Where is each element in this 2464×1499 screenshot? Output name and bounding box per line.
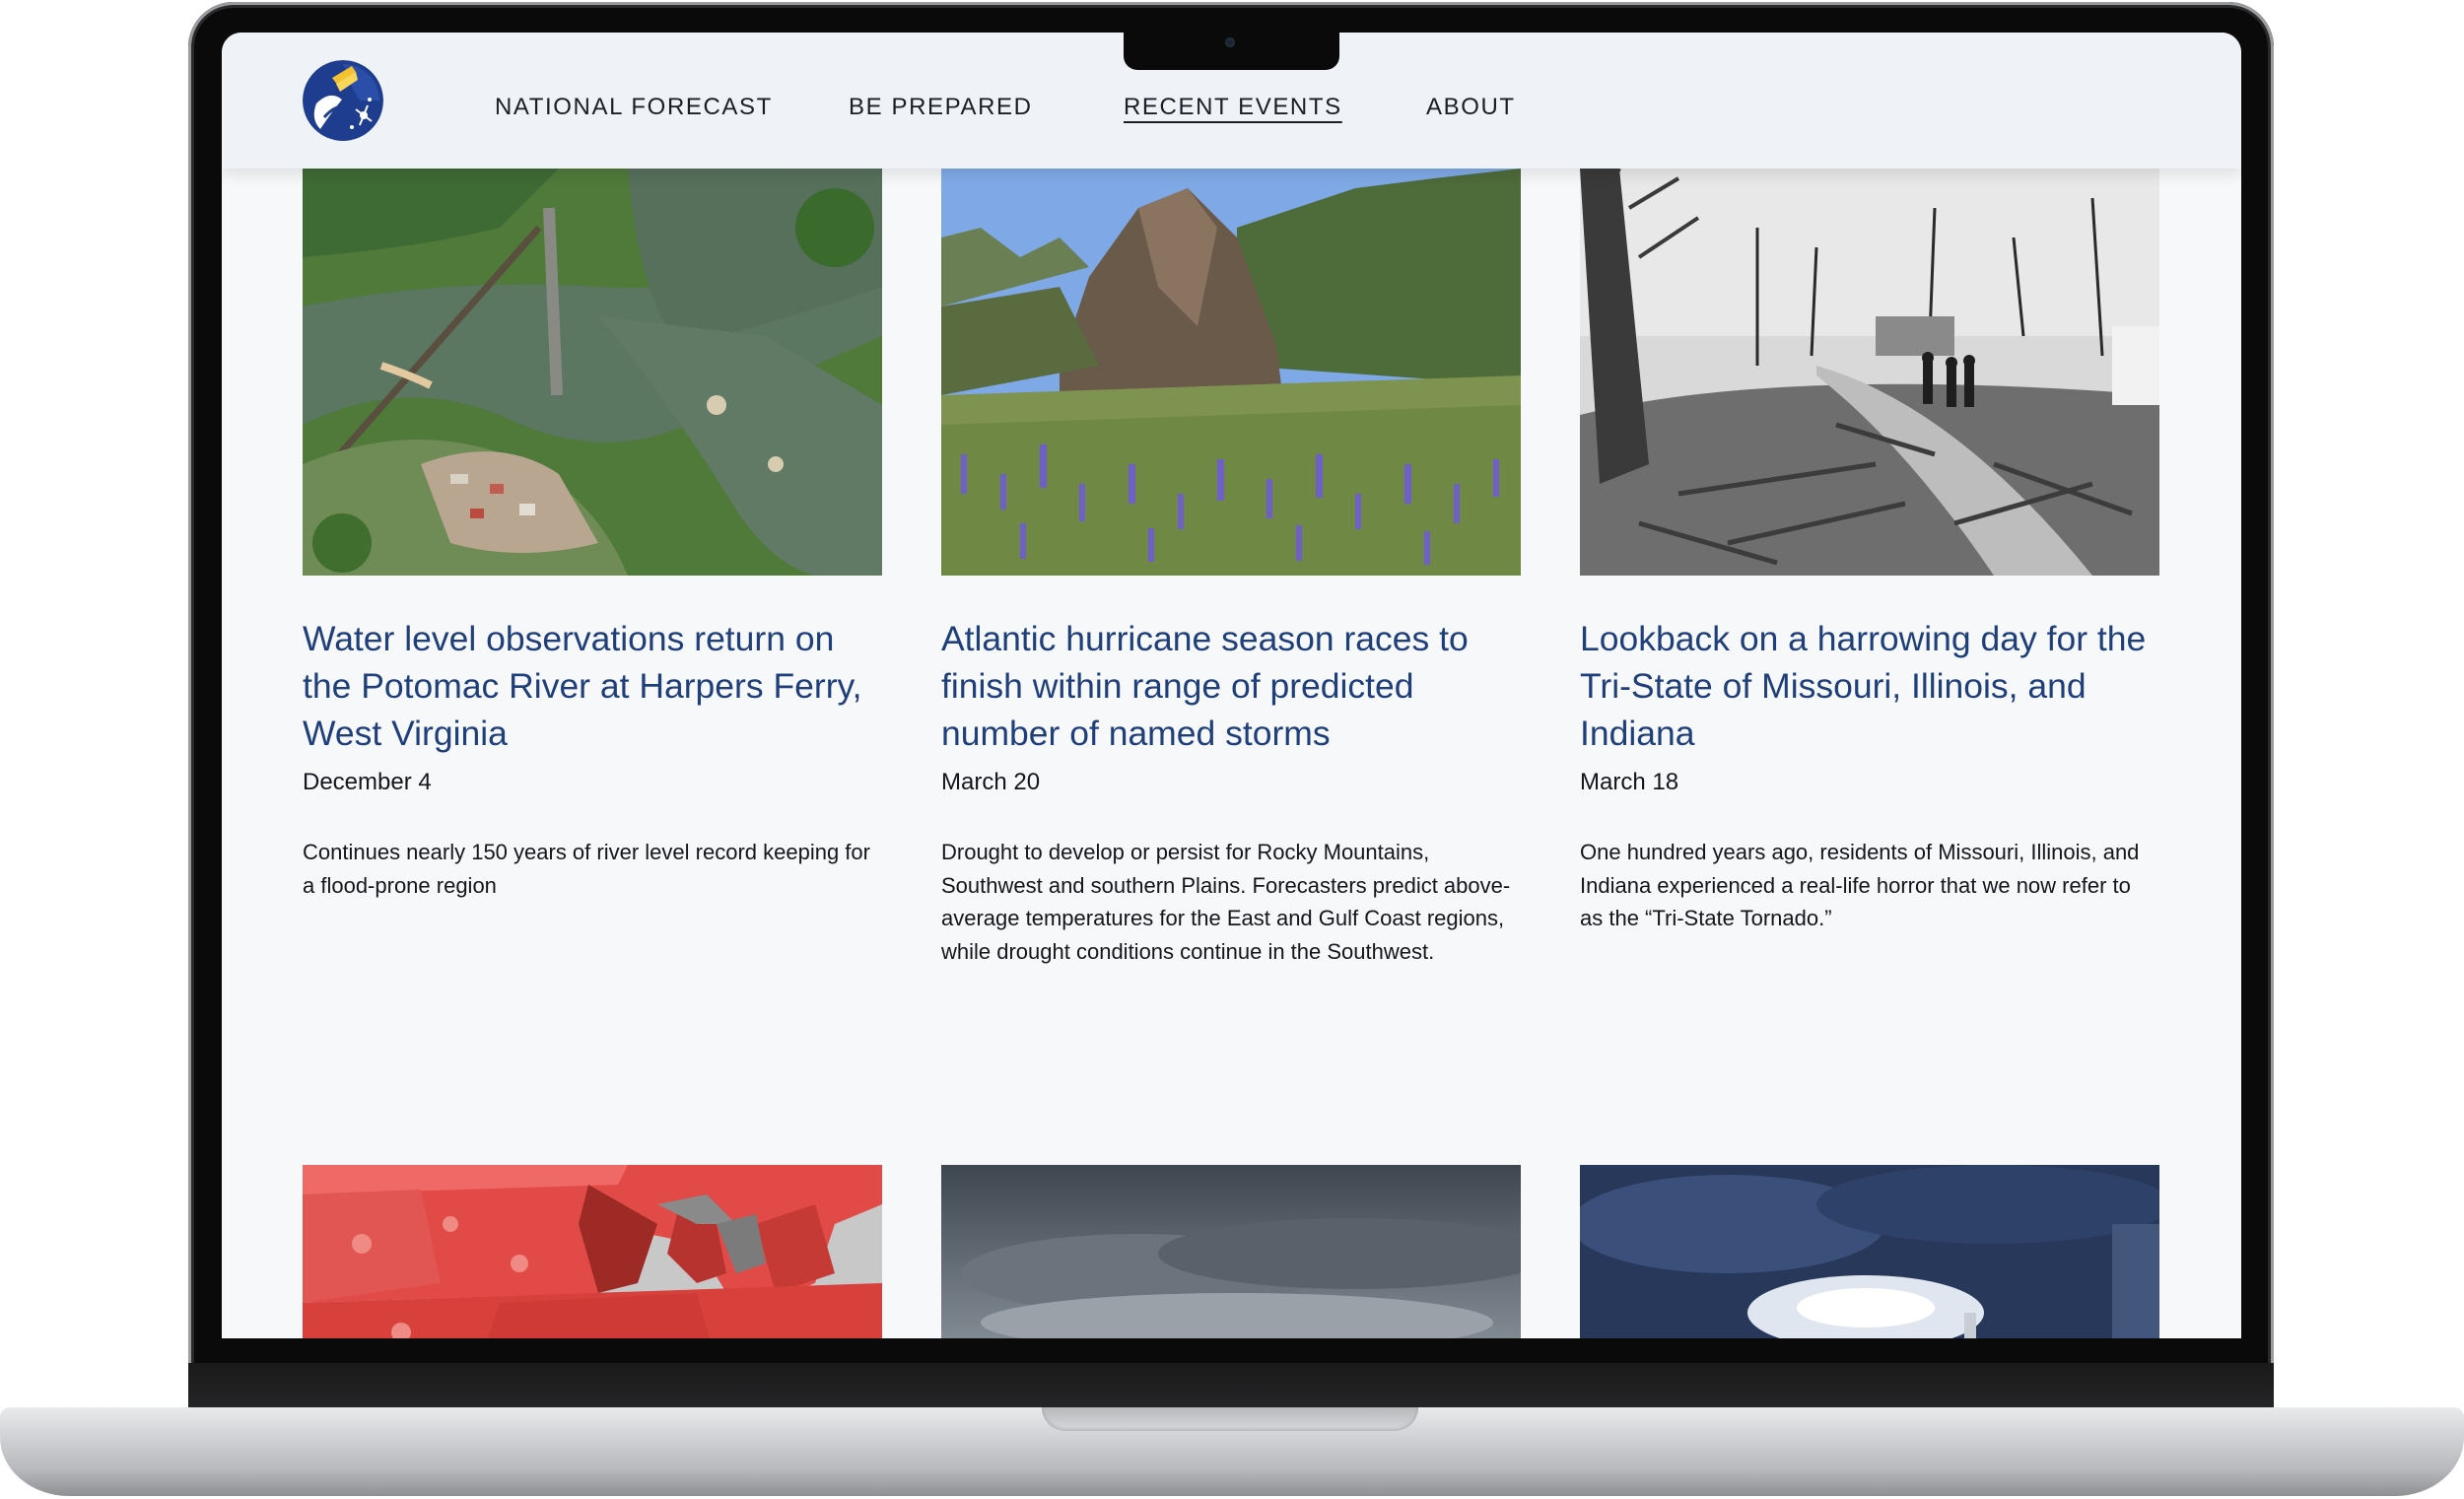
article-date-hurricane: March 20 — [941, 769, 1041, 795]
article-image-potomac[interactable] — [303, 169, 882, 576]
article-date-tristate: March 18 — [1580, 769, 1679, 795]
laptop-opening-notch — [1042, 1407, 1418, 1431]
nav-be-prepared[interactable]: BE PREPARED — [849, 94, 1033, 121]
nav-recent-events[interactable]: RECENT EVENTS — [1124, 94, 1342, 121]
article-image-tristate[interactable] — [1580, 169, 2159, 576]
nav-national-forecast[interactable]: NATIONAL FORECAST — [495, 94, 773, 121]
article-image-funnel-cloud[interactable] — [1580, 1165, 2159, 1338]
sun-weather-logo-icon — [303, 60, 383, 141]
article-summary-hurricane: Drought to develop or persist for Rocky … — [941, 840, 1511, 964]
article-image-storm-clouds[interactable] — [941, 1165, 1521, 1338]
nav-about[interactable]: ABOUT — [1426, 94, 1516, 121]
browser-screen: NATIONAL FORECAST BE PREPARED RECENT EVE… — [222, 33, 2241, 1338]
article-summary-potomac: Continues nearly 150 years of river leve… — [303, 840, 870, 898]
article-card-tristate[interactable]: Lookback on a harrowing day for the Tri-… — [1580, 169, 2159, 935]
article-date-potomac: December 4 — [303, 769, 432, 795]
article-card-hurricane[interactable]: Atlantic hurricane season races to finis… — [941, 169, 1521, 968]
laptop-bezel-bottom — [188, 1363, 2274, 1412]
camera-icon — [1225, 37, 1235, 47]
article-title-hurricane[interactable]: Atlantic hurricane season races to finis… — [941, 615, 1521, 757]
article-summary-tristate: One hundred years ago, residents of Miss… — [1580, 840, 2140, 930]
article-image-temperature-map[interactable] — [303, 1165, 882, 1338]
article-title-tristate[interactable]: Lookback on a harrowing day for the Tri-… — [1580, 615, 2159, 757]
article-image-hurricane[interactable] — [941, 169, 1521, 576]
article-title-potomac[interactable]: Water level observations return on the P… — [303, 615, 882, 757]
article-card-potomac[interactable]: Water level observations return on the P… — [303, 169, 882, 902]
site-logo[interactable] — [303, 60, 383, 141]
